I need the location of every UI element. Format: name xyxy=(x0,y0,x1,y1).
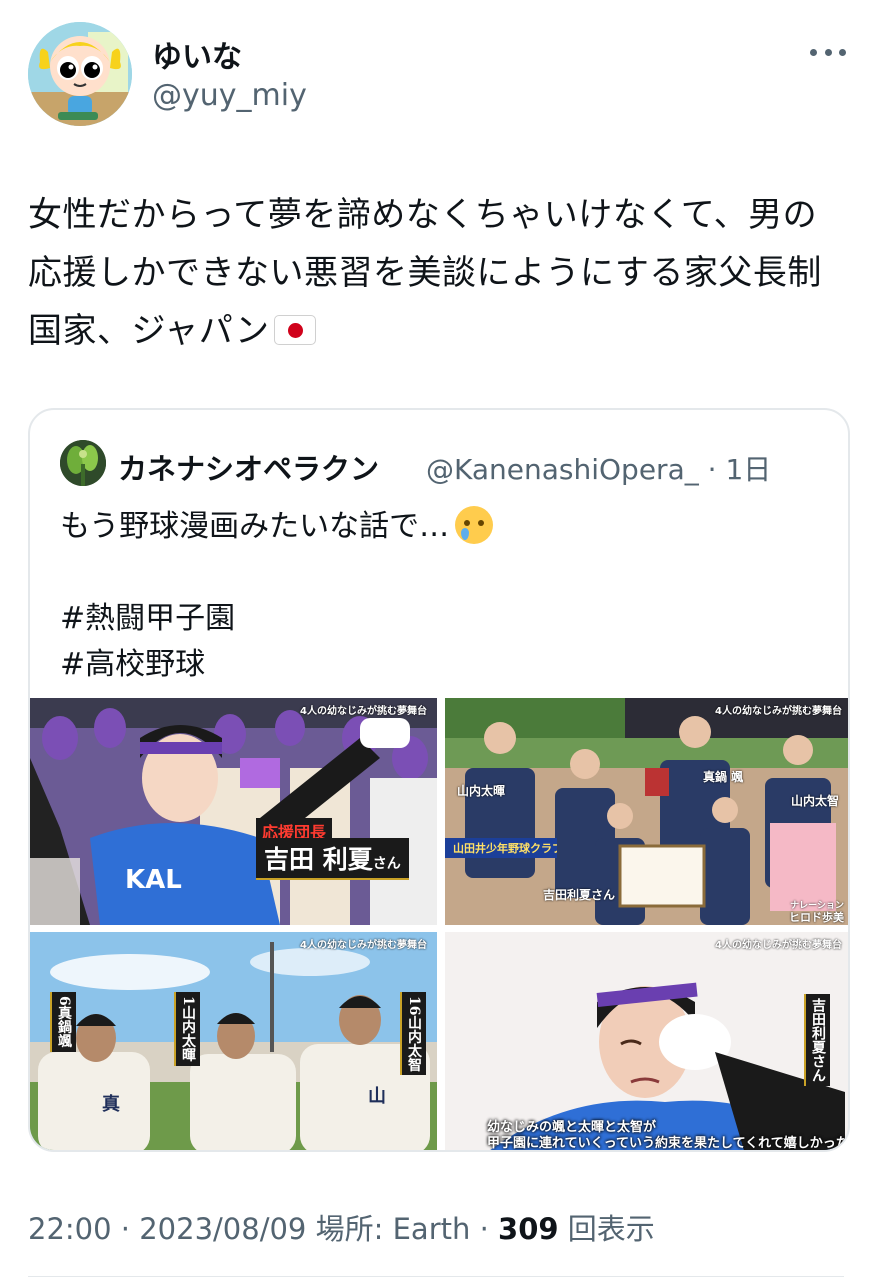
media-image-4[interactable]: 4人の幼なじみが挑む夢舞台 吉田利夏さん 幼なじみの颯と太暉と太智が 甲子園に連… xyxy=(445,932,849,1151)
more-options-icon[interactable] xyxy=(810,40,846,64)
caption-name-1: 山内太暉 xyxy=(457,784,506,798)
hashtag-link[interactable]: #高校野球 xyxy=(60,647,205,682)
tweet-body: 女性だからって夢を諦めなくちゃいけなくて、男の応援しかできない悪習を美談にように… xyxy=(28,195,822,351)
media-image-3[interactable]: 真 山 4人の幼なじみが挑む夢舞台 6真鍋颯 1山内太暉 16山内太智 xyxy=(30,932,437,1150)
crying-face-icon xyxy=(455,506,494,544)
japan-flag-icon xyxy=(273,315,316,345)
svg-text:山: 山 xyxy=(368,1086,386,1107)
caption-name-3: 山内太智 xyxy=(791,794,840,808)
caption-name-text: 吉田 利夏 xyxy=(264,845,373,874)
crying-girl-photo xyxy=(445,932,848,1150)
hashtag-link[interactable]: #熱闘甲子園 xyxy=(60,601,235,636)
media-overlay-text: 4人の幼なじみが挑む夢舞台 xyxy=(715,940,842,951)
media-overlay-text: 4人の幼なじみが挑む夢舞台 xyxy=(300,706,427,717)
tweet-location[interactable]: 場所: Earth xyxy=(316,1212,471,1246)
player-label-2: 1山内太暉 xyxy=(174,992,200,1066)
tweet-date[interactable]: 2023/08/09 xyxy=(139,1212,306,1246)
cheering-photo: KAL xyxy=(30,698,437,925)
author-display-name[interactable]: ゆいな xyxy=(152,32,242,76)
quoted-time: 1日 xyxy=(725,453,772,486)
caption-name-2: 真鍋 颯 xyxy=(703,770,744,784)
player-number: 1 xyxy=(180,996,196,1006)
subtitle: 幼なじみの颯と太暉と太智が 甲子園に連れていくっていう約束を果たしてくれて嬉しか… xyxy=(487,1120,849,1151)
three-players-photo: 真 山 xyxy=(30,932,437,1150)
quoted-handle-time: @KanenashiOpera_ · 1日 xyxy=(426,453,772,486)
tweet-detail: ゆいな @yuy_miy 女性だからって夢を諦めなくちゃいけなくて、男の応援しか… xyxy=(0,0,872,1280)
author-handle[interactable]: @yuy_miy xyxy=(152,78,307,113)
quoted-handle: @KanenashiOpera_ xyxy=(426,453,699,486)
divider xyxy=(28,1276,844,1277)
narration-name: ヒロド歩美 xyxy=(789,911,844,924)
quoted-tweet-card[interactable]: カネナシオペラクン @KanenashiOpera_ · 1日 もう野球漫画みた… xyxy=(28,408,850,1152)
club-banner: 山田井少年野球クラブ xyxy=(445,838,557,858)
media-overlay-text: 4人の幼なじみが挑む夢舞台 xyxy=(715,706,842,717)
views-label: 回表示 xyxy=(567,1212,655,1246)
quoted-display-name: カネナシオペラクン xyxy=(118,452,380,486)
media-image-2[interactable]: 4人の幼なじみが挑む夢舞台 山内太暉 真鍋 颯 山内太智 吉田利夏さん 山田井少… xyxy=(445,698,848,925)
views-count: 309 xyxy=(498,1212,559,1246)
player-number: 6 xyxy=(56,996,72,1006)
player-name: 山内太暉 xyxy=(180,1005,196,1062)
media-overlay-text: 4人の幼なじみが挑む夢舞台 xyxy=(300,940,427,951)
quoted-text-line1: もう野球漫画みたいな話で… xyxy=(60,509,450,544)
player-name: 真鍋颯 xyxy=(56,1005,72,1048)
svg-text:KAL: KAL xyxy=(125,865,182,895)
caption-vertical-name: 吉田利夏さん xyxy=(804,994,830,1086)
subtitle-line-1: 幼なじみの颯と太暉と太智が xyxy=(487,1120,657,1135)
player-name: 山内太智 xyxy=(406,1015,422,1072)
avatar[interactable] xyxy=(28,22,132,126)
little-league-photo xyxy=(445,698,848,925)
player-label-3: 16山内太智 xyxy=(400,992,426,1076)
quoted-text: もう野球漫画みたいな話で… #熱闘甲子園 #高校野球 xyxy=(60,504,820,688)
quoted-avatar xyxy=(60,440,106,486)
caption-name-4: 吉田利夏さん xyxy=(543,888,616,902)
tweet-time[interactable]: 22:00 xyxy=(28,1212,112,1246)
tweet-meta: 22:00 · 2023/08/09 場所: Earth · 309 回表示 xyxy=(28,1212,655,1246)
plant-avatar-icon xyxy=(60,440,106,486)
tweet-text: 女性だからって夢を諦めなくちゃいけなくて、男の応援しかできない悪習を美談にように… xyxy=(28,186,848,360)
caption-suffix: さん xyxy=(372,856,401,872)
player-label-1: 6真鍋颯 xyxy=(50,992,76,1052)
svg-text:真: 真 xyxy=(102,1093,120,1115)
media-grid: KAL 4人の幼なじみが挑む夢舞台 応援団長 吉田 利夏さん 4人の幼なじみが挑… xyxy=(30,698,849,1151)
media-image-1[interactable]: KAL 4人の幼なじみが挑む夢舞台 応援団長 吉田 利夏さん xyxy=(30,698,437,925)
player-number: 16 xyxy=(406,996,422,1016)
cartoon-girl-avatar-icon xyxy=(28,22,132,126)
subtitle-line-2: 甲子園に連れていくっていう約束を果たしてくれて嬉しかった xyxy=(487,1136,849,1151)
caption-name: 吉田 利夏さん xyxy=(256,838,409,880)
